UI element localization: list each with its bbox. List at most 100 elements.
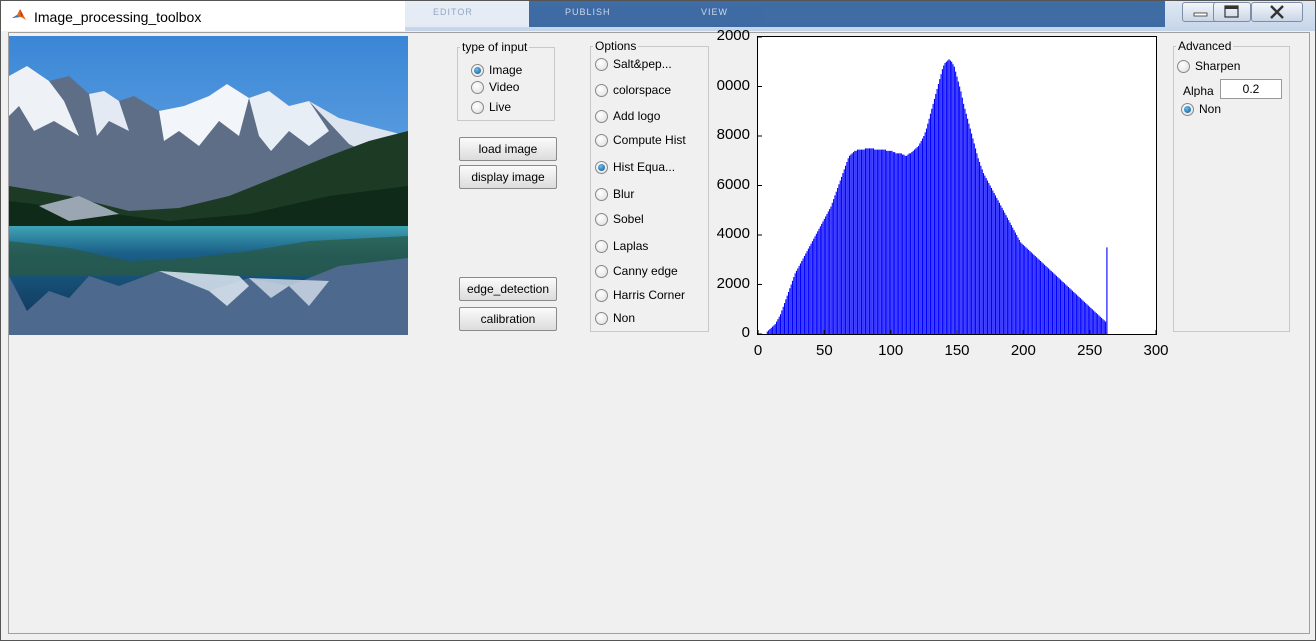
histogram-bar bbox=[955, 71, 957, 335]
histogram-bar bbox=[874, 149, 876, 334]
histogram-bar bbox=[774, 324, 776, 334]
histogram-bar bbox=[819, 226, 821, 334]
histogram-bar bbox=[1028, 249, 1030, 334]
histogram-bar bbox=[945, 61, 947, 334]
option-label: Non bbox=[613, 311, 636, 325]
option-radio-salt-pep[interactable]: Salt&pep... bbox=[595, 56, 672, 72]
window-title: Image_processing_toolbox bbox=[34, 9, 202, 25]
alpha-input[interactable]: 0.2 bbox=[1220, 79, 1282, 99]
histogram-bar bbox=[982, 173, 985, 335]
histogram-bar bbox=[871, 148, 873, 335]
histogram-bar bbox=[841, 176, 843, 334]
histogram-bar bbox=[807, 248, 809, 334]
close-button[interactable] bbox=[1251, 2, 1303, 22]
histogram-bar bbox=[1026, 248, 1028, 334]
histogram-bar bbox=[936, 88, 938, 334]
histogram-bar bbox=[823, 218, 825, 334]
histogram-bar bbox=[902, 154, 904, 334]
histogram-bar bbox=[1053, 273, 1055, 334]
histogram-bar bbox=[884, 149, 886, 334]
radio-non-advanced[interactable]: Non bbox=[1181, 101, 1221, 117]
histogram-bar bbox=[1079, 298, 1081, 334]
histogram-bar bbox=[914, 149, 916, 334]
option-radio-canny-edge[interactable]: Canny edge bbox=[595, 263, 678, 279]
option-radio-compute-hist[interactable]: Compute Hist bbox=[595, 132, 686, 148]
histogram-bar bbox=[793, 277, 795, 334]
histogram-bar bbox=[854, 150, 856, 334]
x-tick-label: 0 bbox=[753, 342, 763, 359]
radio-video[interactable]: Video bbox=[471, 79, 519, 95]
radio-unselected-icon bbox=[595, 133, 608, 147]
histogram-bar bbox=[923, 136, 925, 334]
advanced-legend: Advanced bbox=[1178, 39, 1232, 53]
display-image-button[interactable]: display image bbox=[459, 165, 557, 189]
x-tick-label: 50 bbox=[815, 342, 833, 359]
histogram-bar bbox=[1086, 304, 1088, 334]
histogram-bar bbox=[1009, 222, 1011, 335]
histogram-bar bbox=[866, 148, 868, 335]
histogram-bar bbox=[1002, 210, 1004, 334]
histogram-bar bbox=[863, 149, 865, 334]
histogram-bar bbox=[1036, 257, 1038, 334]
radio-image[interactable]: Image bbox=[471, 62, 522, 78]
histogram-bar bbox=[1081, 299, 1083, 334]
histogram-bar bbox=[979, 161, 981, 334]
option-radio-colorspace[interactable]: colorspace bbox=[595, 82, 671, 98]
option-radio-harris-corner[interactable]: Harris Corner bbox=[595, 287, 685, 303]
option-label: Compute Hist bbox=[613, 133, 686, 147]
option-radio-hist-equa[interactable]: Hist Equa... bbox=[595, 159, 675, 175]
histogram-bar bbox=[802, 258, 804, 334]
histogram-bar bbox=[831, 202, 833, 334]
histogram-bar bbox=[1065, 284, 1067, 334]
histogram-bar bbox=[1061, 280, 1063, 334]
radio-unselected-icon bbox=[471, 100, 484, 114]
histogram-bar bbox=[1073, 291, 1075, 334]
option-radio-laplas[interactable]: Laplas bbox=[595, 238, 648, 254]
radio-live[interactable]: Live bbox=[471, 99, 511, 115]
histogram-bar bbox=[1075, 294, 1077, 334]
histogram-bar bbox=[1074, 293, 1076, 334]
histogram-bar bbox=[810, 243, 812, 334]
histogram-bar bbox=[957, 81, 959, 334]
radio-sharpen[interactable]: Sharpen bbox=[1177, 58, 1240, 74]
option-radio-sobel[interactable]: Sobel bbox=[595, 211, 644, 227]
histogram-bar bbox=[981, 169, 983, 334]
y-tick-label: 8000 bbox=[716, 126, 750, 143]
histogram-bar bbox=[998, 202, 1000, 334]
histogram-bar bbox=[1000, 205, 1002, 334]
radio-unselected-icon bbox=[595, 288, 608, 302]
load-image-button[interactable]: load image bbox=[459, 137, 557, 161]
histogram-bar bbox=[850, 154, 852, 334]
histogram-bar bbox=[768, 330, 770, 334]
histogram-bar bbox=[1034, 256, 1036, 334]
histogram-bar bbox=[783, 303, 786, 334]
option-radio-add-logo[interactable]: Add logo bbox=[595, 108, 660, 124]
histogram-bar bbox=[785, 299, 787, 334]
histogram-chart bbox=[757, 36, 1157, 335]
y-tick-label: 2000 bbox=[716, 274, 750, 292]
histogram-bar bbox=[1024, 246, 1026, 334]
histogram-bar bbox=[837, 187, 839, 334]
radio-live-label: Live bbox=[489, 100, 512, 114]
histogram-bar bbox=[1049, 269, 1051, 334]
y-tick-label: 4000 bbox=[716, 225, 750, 242]
histogram-bar bbox=[1099, 316, 1101, 334]
histogram-bar bbox=[907, 154, 909, 334]
x-tick-label: 150 bbox=[944, 342, 970, 359]
histogram-bar bbox=[969, 128, 971, 334]
histogram-bar bbox=[994, 195, 997, 334]
histogram-bar bbox=[1038, 259, 1040, 334]
histogram-bar bbox=[932, 103, 934, 334]
histogram-bar bbox=[967, 118, 969, 335]
calibration-button[interactable]: calibration bbox=[459, 307, 557, 331]
option-radio-non[interactable]: Non bbox=[595, 310, 635, 326]
radio-selected-icon bbox=[471, 63, 484, 77]
histogram-bar bbox=[794, 273, 796, 334]
edge-detection-button[interactable]: edge_detection bbox=[459, 277, 557, 301]
maximize-button[interactable] bbox=[1213, 2, 1251, 22]
histogram-bar bbox=[859, 149, 861, 334]
histogram-bar bbox=[1001, 207, 1003, 334]
close-icon bbox=[1270, 5, 1284, 19]
histogram-bar bbox=[825, 216, 827, 334]
option-radio-blur[interactable]: Blur bbox=[595, 186, 634, 202]
